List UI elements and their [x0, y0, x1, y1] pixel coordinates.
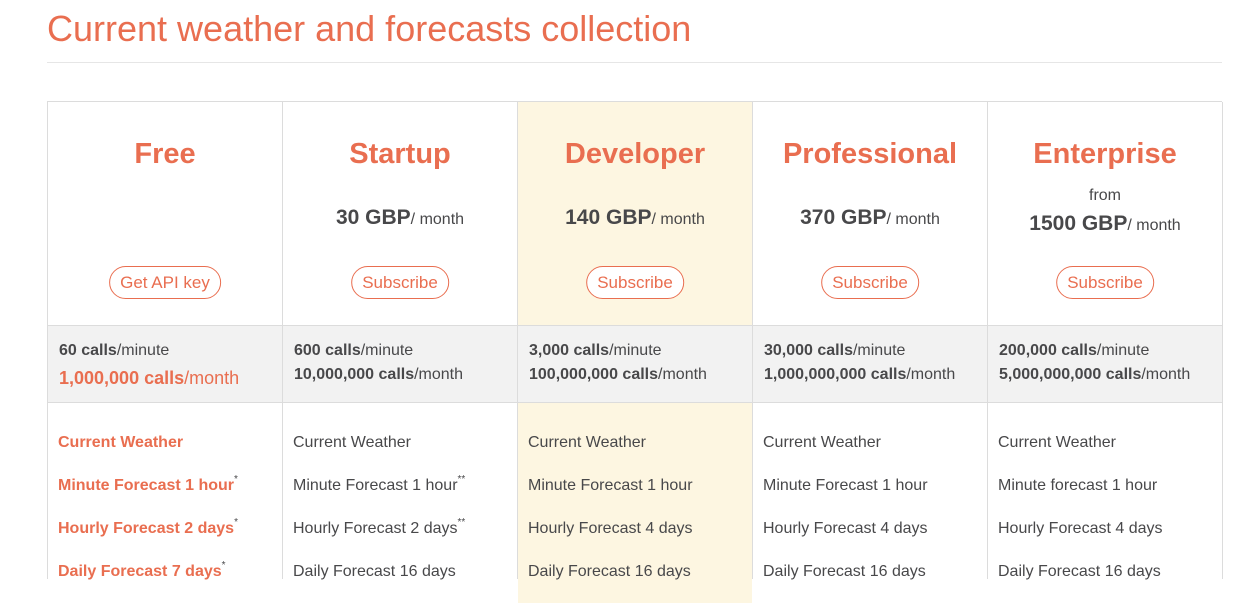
plan-developer: Developer 140 GBP/ month Subscribe 3,000… — [518, 102, 753, 603]
plan-features: Current Weather Minute Forecast 1 hour H… — [518, 403, 752, 603]
plan-limits: 600 calls/minute 10,000,000 calls/month — [283, 326, 517, 403]
feature-item: Minute Forecast 1 hour** — [293, 474, 466, 495]
feature-item: Hourly Forecast 2 days** — [293, 517, 466, 538]
feature-item: Current Weather — [293, 434, 411, 451]
plan-name: Enterprise — [1033, 138, 1177, 170]
feature-item[interactable]: Minute Forecast 1 hour* — [58, 474, 282, 517]
plan-features: Current Weather Minute Forecast 1 hour**… — [283, 403, 517, 603]
page-title: Current weather and forecasts collection — [47, 8, 692, 49]
plan-name: Startup — [349, 138, 451, 170]
plan-free: Free Get API key 60 calls/minute 1,000,0… — [48, 102, 283, 580]
feature-item: Minute Forecast 1 hour — [763, 477, 928, 494]
per-month-limit: 1,000,000 calls/month — [59, 368, 240, 388]
feature-item: Daily Forecast 16 days — [763, 563, 926, 580]
subscribe-button[interactable]: Subscribe — [1056, 266, 1154, 299]
feature-item[interactable]: Current Weather — [58, 431, 282, 474]
per-minute-limit: 200,000 calls/minute — [999, 342, 1150, 359]
plan-price: 1500 GBP/ month — [1029, 212, 1181, 235]
plan-price: 370 GBP/ month — [800, 206, 940, 229]
per-month-limit: 1,000,000,000 calls/month — [764, 366, 956, 383]
plan-header: Startup 30 GBP/ month Subscribe — [283, 102, 517, 326]
per-month-limit: 10,000,000 calls/month — [294, 366, 464, 383]
plan-limits: 200,000 calls/minute 5,000,000,000 calls… — [988, 326, 1222, 403]
per-minute-limit: 3,000 calls/minute — [529, 342, 662, 359]
plan-header: Developer 140 GBP/ month Subscribe — [518, 102, 752, 326]
feature-item: Hourly Forecast 4 days — [763, 520, 928, 537]
feature-item: Daily Forecast 16 days — [998, 563, 1161, 580]
plan-enterprise: Enterprise from 1500 GBP/ month Subscrib… — [988, 102, 1223, 580]
per-minute-limit: 600 calls/minute — [294, 342, 414, 359]
plan-limits: 60 calls/minute 1,000,000 calls/month — [48, 326, 282, 403]
plan-features: Current Weather Minute Forecast 1 hour H… — [753, 403, 987, 603]
feature-item: Current Weather — [528, 434, 646, 451]
feature-item: Hourly Forecast 4 days — [998, 520, 1163, 537]
plan-startup: Startup 30 GBP/ month Subscribe 600 call… — [283, 102, 518, 580]
plan-features: Current Weather Minute Forecast 1 hour* … — [48, 403, 282, 603]
per-month-limit: 100,000,000 calls/month — [529, 366, 707, 383]
feature-item[interactable]: Daily Forecast 7 days* — [58, 560, 282, 603]
pricing-table: Free Get API key 60 calls/minute 1,000,0… — [47, 101, 1223, 603]
feature-item: Current Weather — [763, 434, 881, 451]
feature-item: Minute Forecast 1 hour — [528, 477, 693, 494]
plan-limits: 3,000 calls/minute 100,000,000 calls/mon… — [518, 326, 752, 403]
plan-header: Professional 370 GBP/ month Subscribe — [753, 102, 987, 326]
plan-header: Free Get API key — [48, 102, 282, 326]
plan-name: Free — [134, 138, 196, 170]
price-from-label: from — [1089, 187, 1121, 204]
per-minute-limit: 60 calls/minute — [59, 342, 170, 359]
per-month-limit: 5,000,000,000 calls/month — [999, 366, 1191, 383]
plan-features: Current Weather Minute forecast 1 hour H… — [988, 403, 1222, 603]
subscribe-button[interactable]: Subscribe — [351, 266, 449, 299]
plan-price: 30 GBP/ month — [335, 206, 465, 229]
plan-price: 140 GBP/ month — [565, 206, 705, 229]
feature-item: Hourly Forecast 4 days — [528, 520, 693, 537]
plan-limits: 30,000 calls/minute 1,000,000,000 calls/… — [753, 326, 987, 403]
plan-name: Developer — [564, 138, 706, 170]
plan-header: Enterprise from 1500 GBP/ month Subscrib… — [988, 102, 1222, 326]
feature-item: Current Weather — [998, 434, 1116, 451]
plan-name: Professional — [782, 138, 958, 170]
subscribe-button[interactable]: Subscribe — [586, 266, 684, 299]
feature-item: Daily Forecast 16 days — [528, 563, 691, 580]
title-divider — [47, 62, 1222, 63]
per-minute-limit: 30,000 calls/minute — [764, 342, 906, 359]
subscribe-button[interactable]: Subscribe — [821, 266, 919, 299]
feature-item[interactable]: Hourly Forecast 2 days* — [58, 517, 282, 560]
plan-professional: Professional 370 GBP/ month Subscribe 30… — [753, 102, 988, 580]
get-api-key-button[interactable]: Get API key — [109, 266, 221, 299]
feature-item: Daily Forecast 16 days — [293, 563, 456, 580]
feature-item: Minute forecast 1 hour — [998, 477, 1158, 494]
